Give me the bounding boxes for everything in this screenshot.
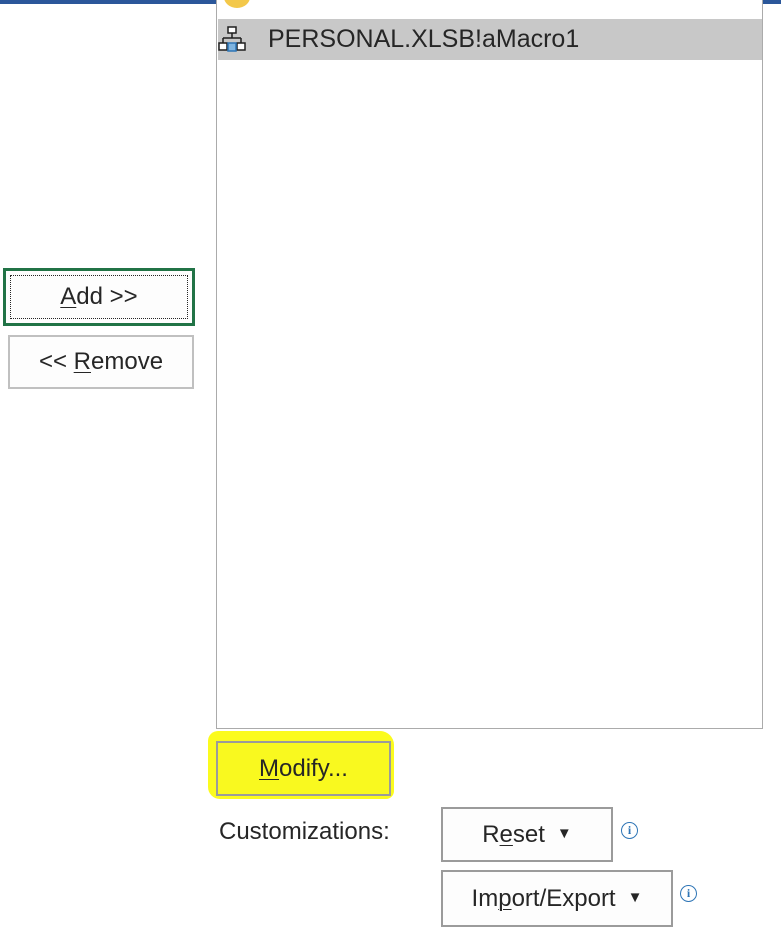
macro-icon: [218, 25, 246, 52]
reset-button[interactable]: Reset ▼: [441, 807, 613, 862]
reset-button-label: Reset: [482, 820, 545, 848]
chevron-down-icon: ▼: [556, 825, 572, 842]
info-icon[interactable]: i: [680, 885, 697, 902]
list-item-selected[interactable]: PERSONAL.XLSB!aMacro1: [218, 19, 762, 60]
focus-rectangle: [10, 275, 188, 319]
chevron-down-icon: ▼: [627, 889, 643, 906]
customize-ribbon-list[interactable]: [216, 0, 763, 729]
modify-button[interactable]: Modify...: [216, 741, 391, 796]
macro-item-label: PERSONAL.XLSB!aMacro1: [268, 25, 580, 53]
import-export-button-label: Import/Export: [471, 884, 616, 912]
import-export-button[interactable]: Import/Export ▼: [441, 870, 673, 927]
remove-button[interactable]: << Remove: [8, 335, 194, 389]
add-button[interactable]: Add >>: [3, 268, 195, 326]
modify-button-label: Modify...: [259, 754, 348, 782]
remove-button-label: << Remove: [38, 348, 164, 375]
customizations-label: Customizations:: [219, 818, 390, 845]
info-icon[interactable]: i: [621, 822, 638, 839]
group-icon: [224, 0, 252, 10]
